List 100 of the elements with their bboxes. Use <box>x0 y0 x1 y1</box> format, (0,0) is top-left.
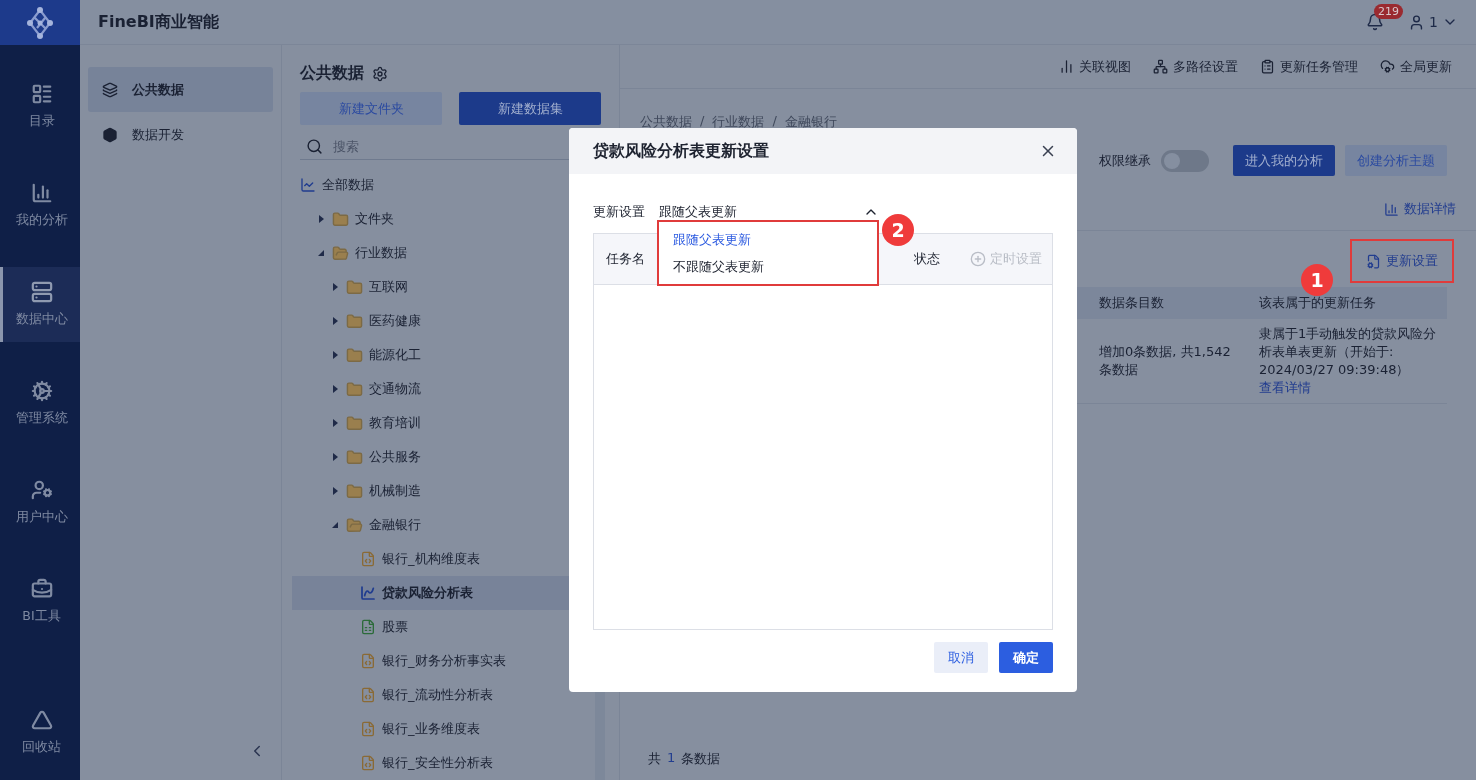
breadcrumb-link[interactable]: 金融银行 <box>784 113 837 131</box>
tree-item[interactable]: 股票 <box>292 610 593 644</box>
dialog-title: 贷款风险分析表更新设置 <box>593 140 769 162</box>
dropdown-option[interactable]: 不跟随父表更新 <box>659 253 877 280</box>
caret-right-icon[interactable] <box>330 486 340 496</box>
search-field[interactable]: 搜索 <box>331 137 531 155</box>
user-menu[interactable]: 1 <box>1408 13 1458 31</box>
folder-icon <box>346 414 363 432</box>
folder-icon <box>332 210 349 228</box>
tree-item[interactable]: 银行_财务分析事实表 <box>292 644 593 678</box>
tree-item[interactable]: 金融银行 <box>292 508 593 542</box>
caret-down-icon[interactable] <box>330 520 340 530</box>
toolbar-button[interactable]: 更新任务管理 <box>1260 57 1358 76</box>
triangle-icon <box>30 709 53 731</box>
file-code-icon <box>360 721 376 737</box>
file-code-icon <box>360 755 376 771</box>
toolbar-button[interactable]: 关联视图 <box>1059 57 1131 76</box>
column-header: 数据条目数 <box>1087 287 1247 319</box>
folder-icon <box>346 278 363 296</box>
bar-chart-icon <box>1059 59 1074 74</box>
record-count: 共 1 条数据 <box>647 750 722 768</box>
folder-icon <box>346 448 363 466</box>
nav-item[interactable]: 管理系统 <box>0 366 80 441</box>
tree-item[interactable]: 互联网 <box>292 270 593 304</box>
nav-item[interactable]: 数据中心 <box>0 267 80 342</box>
confirm-button[interactable]: 确定 <box>999 642 1053 673</box>
toolbar-button[interactable]: 全局更新 <box>1380 57 1452 76</box>
plus-icon <box>970 251 986 267</box>
nav-item[interactable]: 目录 <box>0 69 80 144</box>
hexagon-icon <box>102 126 118 143</box>
tree-item[interactable]: 教育培训 <box>292 406 593 440</box>
new-dataset-button[interactable]: 新建数据集 <box>459 92 601 126</box>
tree-item[interactable]: 文件夹 <box>292 202 593 236</box>
file-gear-icon <box>1366 253 1381 269</box>
list-icon <box>30 83 53 105</box>
tree-item[interactable]: 公共服务 <box>292 440 593 474</box>
settings-icon[interactable] <box>372 65 388 82</box>
sidebar-item[interactable]: 数据开发 <box>88 112 273 157</box>
nav-item[interactable]: 用户中心 <box>0 465 80 540</box>
nav-item[interactable]: 回收站 <box>0 695 80 770</box>
clipboard-icon <box>1260 59 1275 74</box>
caret-right-icon[interactable] <box>330 452 340 462</box>
user-icon <box>30 479 53 501</box>
toolbar-button[interactable]: 多路径设置 <box>1153 57 1238 76</box>
column-header: 该表属于的更新任务 <box>1247 287 1447 319</box>
caret-down-icon[interactable] <box>316 248 326 258</box>
folder-icon <box>346 380 363 398</box>
detail-link[interactable]: 查看详情 <box>1259 379 1439 397</box>
dropdown-option[interactable]: 跟随父表更新 <box>659 226 877 253</box>
permission-label: 权限继承 <box>1099 151 1151 170</box>
network-icon <box>1153 59 1168 74</box>
tree-item[interactable]: 银行_机构维度表 <box>292 542 593 576</box>
tree-item[interactable]: 行业数据 <box>292 236 593 270</box>
cancel-button[interactable]: 取消 <box>934 642 988 673</box>
breadcrumb-link[interactable]: 行业数据 <box>712 113 765 131</box>
folder-icon <box>346 312 363 330</box>
folder-icon <box>346 516 363 534</box>
step-marker: 1 <box>1301 264 1333 296</box>
tree-item[interactable]: 能源化工 <box>292 338 593 372</box>
chart-icon <box>1384 201 1399 217</box>
tree-item[interactable]: 全部数据 <box>292 168 593 202</box>
breadcrumb-link[interactable]: 公共数据 <box>640 113 692 131</box>
cloud-icon <box>1380 59 1395 74</box>
update-settings-button[interactable]: 更新设置 <box>1350 239 1454 283</box>
field-label: 更新设置 <box>593 203 645 221</box>
panel-title: 公共数据 <box>300 63 364 84</box>
search-icon[interactable] <box>306 137 323 155</box>
bell-icon[interactable] <box>1366 13 1385 31</box>
table-cell-text: 增加0条数据, 共1,542条数据 <box>1099 343 1232 379</box>
column-header: 状态 <box>914 250 940 268</box>
file-code-icon <box>360 551 376 567</box>
sidebar-item[interactable]: 公共数据 <box>88 67 273 112</box>
nav-item[interactable]: 我的分析 <box>0 168 80 243</box>
update-mode-select[interactable]: 跟随父表更新 <box>659 203 879 221</box>
tree-item[interactable]: 银行_业务维度表 <box>292 712 593 746</box>
caret-right-icon[interactable] <box>330 350 340 360</box>
tree-item[interactable]: 机械制造 <box>292 474 593 508</box>
caret-right-icon[interactable] <box>330 316 340 326</box>
chart-icon <box>300 177 316 193</box>
tree-item[interactable]: 银行_安全性分析表 <box>292 746 593 780</box>
spreadsheet-icon <box>360 619 376 635</box>
tree-item[interactable]: 交通物流 <box>292 372 593 406</box>
nav-item[interactable]: BI工具 <box>0 564 80 639</box>
breadcrumb-separator: / <box>772 113 777 130</box>
settings-icon <box>30 380 53 402</box>
tree-item[interactable]: 银行_流动性分析表 <box>292 678 593 712</box>
folder-icon <box>346 482 363 500</box>
open-analysis-button[interactable]: 进入我的分析 <box>1233 145 1335 176</box>
permission-toggle[interactable] <box>1161 149 1209 172</box>
caret-right-icon[interactable] <box>330 418 340 428</box>
caret-right-icon[interactable] <box>316 214 326 224</box>
line-chart-icon <box>360 585 376 601</box>
data-detail-button[interactable]: 数据详情 <box>1384 200 1456 218</box>
tree-item[interactable]: 医药健康 <box>292 304 593 338</box>
caret-right-icon[interactable] <box>330 282 340 292</box>
file-code-icon <box>360 687 376 703</box>
table-cell: 隶属于1手动触发的贷款风险分析表单表更新（开始于: 2024/03/27 09:39:48） <box>1259 326 1437 377</box>
breadcrumb-separator: / <box>700 113 705 130</box>
file-code-icon <box>360 653 376 669</box>
caret-right-icon[interactable] <box>330 384 340 394</box>
